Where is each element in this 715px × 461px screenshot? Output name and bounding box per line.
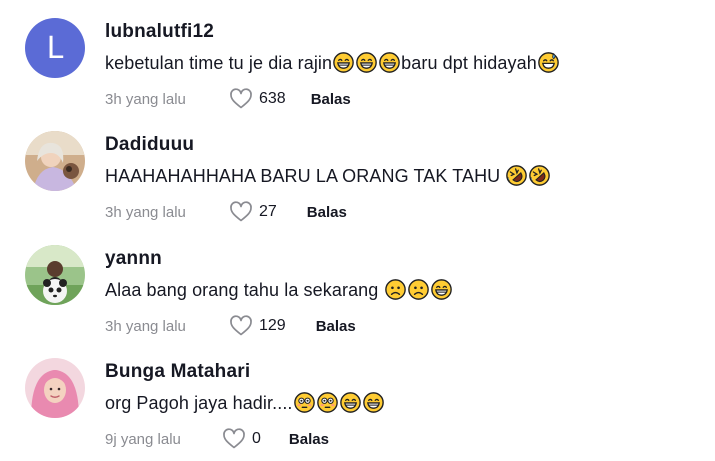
comment-item: Dadiduuu HAAHAHAHHAHA BARU LA ORANG TAK … — [0, 113, 715, 227]
avatar[interactable] — [25, 245, 85, 305]
sad-emoji — [385, 279, 406, 300]
sad-emoji — [408, 279, 429, 300]
comment-timestamp: 3h yang lalu — [105, 203, 186, 221]
comment-item: L lubnalutfi12 kebetulan time tu je dia … — [0, 0, 715, 114]
rolling-laughing-emoji — [529, 165, 550, 186]
comment-text: HAAHAHAHHAHA BARU LA ORANG TAK TAHU — [105, 165, 551, 187]
reply-button[interactable]: Balas — [289, 431, 329, 448]
comment-timestamp: 9j yang lalu — [105, 430, 181, 448]
grinning-emoji — [431, 279, 452, 300]
like-count: 27 — [259, 203, 277, 220]
comment-meta: 3h yang lalu 638 Balas — [105, 87, 351, 111]
comment-text-part: HAAHAHAHHAHA BARU LA ORANG TAK TAHU — [105, 166, 506, 186]
like-button[interactable]: 27 — [229, 200, 277, 224]
comment-meta: 3h yang lalu 27 Balas — [105, 200, 347, 224]
reply-button[interactable]: Balas — [307, 204, 347, 221]
grinning-emoji — [356, 52, 377, 73]
comment-text: Alaa bang orang tahu la sekarang — [105, 279, 453, 301]
comment-text-part: Alaa bang orang tahu la sekarang — [105, 280, 384, 300]
grinning-sweat-emoji — [538, 52, 559, 73]
heart-outline-icon — [229, 314, 253, 338]
like-button[interactable]: 129 — [229, 314, 286, 338]
reply-button[interactable]: Balas — [316, 318, 356, 335]
grinning-emoji — [333, 52, 354, 73]
comment-text-part: baru dpt hidayah — [401, 53, 537, 73]
avatar-photo — [25, 131, 85, 191]
flushed-emoji — [294, 392, 315, 413]
rolling-laughing-emoji — [506, 165, 527, 186]
heart-outline-icon — [229, 87, 253, 111]
like-button[interactable]: 0 — [222, 427, 261, 451]
heart-outline-icon — [222, 427, 246, 451]
comment-username[interactable]: Bunga Matahari — [105, 361, 250, 383]
grinning-emoji — [340, 392, 361, 413]
comment-meta: 3h yang lalu 129 Balas — [105, 314, 356, 338]
comment-username[interactable]: Dadiduuu — [105, 134, 194, 156]
like-count: 0 — [252, 430, 261, 447]
avatar[interactable] — [25, 131, 85, 191]
comment-meta: 9j yang lalu 0 Balas — [105, 427, 329, 451]
comment-timestamp: 3h yang lalu — [105, 90, 186, 108]
avatar-photo — [25, 358, 85, 418]
comment-item: Bunga Matahari org Pagoh jaya hadir.... … — [0, 340, 715, 454]
like-count: 129 — [259, 317, 286, 334]
grinning-emoji — [363, 392, 384, 413]
comment-text: org Pagoh jaya hadir.... — [105, 392, 385, 414]
like-count: 638 — [259, 90, 286, 107]
comment-timestamp: 3h yang lalu — [105, 317, 186, 335]
avatar[interactable] — [25, 358, 85, 418]
comment-username[interactable]: yannn — [105, 248, 162, 270]
avatar[interactable]: L — [25, 18, 85, 78]
reply-button[interactable]: Balas — [311, 91, 351, 108]
comment-item: yannn Alaa bang orang tahu la sekarang 3… — [0, 227, 715, 341]
grinning-emoji — [379, 52, 400, 73]
comment-username[interactable]: lubnalutfi12 — [105, 21, 214, 43]
avatar-photo — [25, 245, 85, 305]
flushed-emoji — [317, 392, 338, 413]
comment-text: kebetulan time tu je dia rajin baru dpt h… — [105, 52, 560, 74]
like-button[interactable]: 638 — [229, 87, 286, 111]
heart-outline-icon — [229, 200, 253, 224]
comment-text-part: kebetulan time tu je dia rajin — [105, 53, 333, 73]
avatar-letter: L — [46, 30, 64, 66]
comment-text-part: org Pagoh jaya hadir.... — [105, 393, 293, 413]
